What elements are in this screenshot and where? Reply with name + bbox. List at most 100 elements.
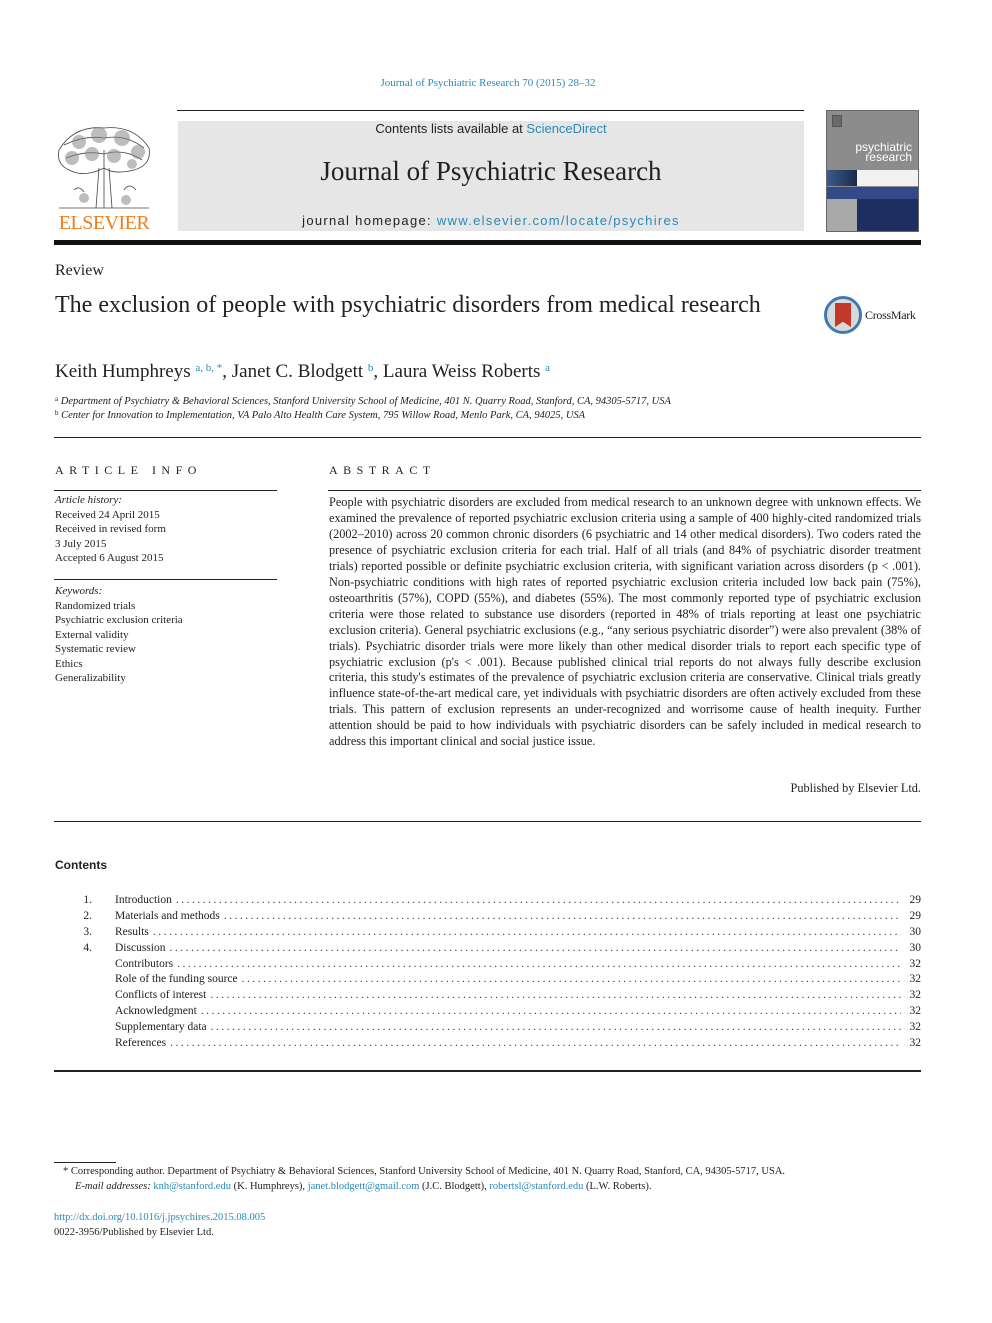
toc-entry-page[interactable]: 32 xyxy=(905,1004,922,1020)
issn-line: 0022-3956/Published by Elsevier Ltd. xyxy=(54,1227,214,1238)
keyword-item: Psychiatric exclusion criteria xyxy=(55,614,183,626)
author-name[interactable]: Keith Humphreys xyxy=(55,361,191,382)
crossmark-label: CrossMark xyxy=(865,308,916,322)
toc-leader-dots: ........................................… xyxy=(210,989,901,1002)
keyword-item: Randomized trials xyxy=(55,599,136,612)
toc-entry[interactable]: Acknowledgment..........................… xyxy=(55,1004,922,1021)
toc-entry-label[interactable]: Introduction xyxy=(115,893,172,909)
toc-entry[interactable]: 2. Materials and methods.................… xyxy=(55,908,922,925)
affiliation-mark: a xyxy=(55,395,59,403)
toc-entry-label[interactable]: Results xyxy=(115,924,149,941)
toc-entry[interactable]: Supplementary data......................… xyxy=(55,1020,922,1037)
article-history-label: Article history: xyxy=(55,494,122,506)
toc-entry-label[interactable]: Conflicts of interest xyxy=(115,988,207,1005)
email-owner: (L.W. Roberts). xyxy=(583,1181,652,1192)
author-name[interactable]: Laura Weiss Roberts xyxy=(383,361,540,382)
published-by: Published by Elsevier Ltd. xyxy=(790,781,921,795)
email-link[interactable]: knh@stanford.edu xyxy=(153,1181,231,1192)
keyword-item: External validity xyxy=(55,628,129,641)
toc-entry-label[interactable]: References xyxy=(115,1036,167,1052)
corresponding-author-note: * Corresponding author. Department of Ps… xyxy=(63,1166,786,1177)
toc-leader-dots: ........................................… xyxy=(169,941,901,954)
header-rule xyxy=(177,110,804,111)
toc-entry-number: 4. xyxy=(83,941,92,954)
keyword-item: Generalizability xyxy=(55,672,126,684)
contents-top-rule xyxy=(54,821,921,822)
toc-entry[interactable]: Role of the funding source..............… xyxy=(55,972,922,989)
toc-entry[interactable]: 1. Introduction..........................… xyxy=(55,893,921,909)
cover-band xyxy=(827,187,918,199)
toc-entry-label[interactable]: Materials and methods xyxy=(115,908,220,925)
sciencedirect-link[interactable]: ScienceDirect xyxy=(526,121,606,136)
toc-entry-label[interactable]: Supplementary data xyxy=(115,1020,207,1037)
toc-entry-number: 1. xyxy=(83,894,92,906)
article-history: Article history: Received 24 April 2015 … xyxy=(55,493,166,566)
toc-entry-page[interactable]: 29 xyxy=(905,893,922,909)
toc-entry[interactable]: Contributors............................… xyxy=(55,956,922,973)
email-link[interactable]: janet.blodgett@gmail.com xyxy=(308,1181,420,1192)
journal-name: Journal of Psychiatric Research xyxy=(320,156,662,186)
toc-entry-number xyxy=(55,1004,92,1020)
toc-entry-number xyxy=(55,988,92,1004)
author-list: Keith Humphreys a, b, *, Janet C. Blodge… xyxy=(55,361,550,383)
keywords-block: Keywords: Randomized trials Psychiatric … xyxy=(55,584,183,686)
journal-homepage-line: journal homepage: www.elsevier.com/locat… xyxy=(178,213,804,228)
keyword-item: Ethics xyxy=(55,657,83,670)
table-of-contents: 1. Introduction..........................… xyxy=(55,893,921,1052)
toc-entry-page[interactable]: 32 xyxy=(905,1036,922,1052)
toc-entry-label[interactable]: Role of the funding source xyxy=(115,972,238,989)
toc-entry-page[interactable]: 30 xyxy=(905,925,922,941)
toc-entry-page[interactable]: 29 xyxy=(905,909,922,925)
author-separator: , xyxy=(222,361,232,382)
journal-homepage-link[interactable]: www.elsevier.com/locate/psychires xyxy=(437,213,680,228)
keywords-rule xyxy=(54,579,277,580)
journal-cover-thumbnail[interactable]: psychiatric research xyxy=(826,110,919,232)
footnote-rule xyxy=(54,1162,116,1163)
author-name[interactable]: Janet C. Blodgett xyxy=(232,361,363,382)
article-title: The exclusion of people with psychiatric… xyxy=(55,292,761,318)
toc-entry-number xyxy=(55,1036,92,1052)
toc-entry[interactable]: 3. Results...............................… xyxy=(55,924,922,941)
toc-entry-number: 3. xyxy=(83,925,92,938)
elsevier-wordmark: ELSEVIER xyxy=(58,212,150,234)
toc-entry-page[interactable]: 30 xyxy=(905,941,922,957)
affiliation-b: b Center for Innovation to Implementatio… xyxy=(55,409,585,421)
toc-entry-page[interactable]: 32 xyxy=(905,1020,922,1036)
toc-leader-dots: ........................................… xyxy=(241,973,901,986)
article-type: Review xyxy=(55,262,104,279)
affiliation-a: a Department of Psychiatry & Behavioral … xyxy=(55,395,671,407)
email-owner: (K. Humphreys), xyxy=(230,1181,308,1192)
toc-entry-page[interactable]: 32 xyxy=(905,972,922,988)
toc-entry-page[interactable]: 32 xyxy=(905,957,922,973)
cover-title: psychiatric research xyxy=(827,141,918,163)
contents-bottom-rule xyxy=(54,1070,921,1072)
header-thick-rule xyxy=(54,240,921,245)
running-head-journal-citation[interactable]: Journal of Psychiatric Research 70 (2015… xyxy=(0,77,976,89)
affiliation-text: Center for Innovation to Implementation,… xyxy=(61,410,586,421)
toc-entry-number: 2. xyxy=(83,909,92,922)
toc-entry-page[interactable]: 32 xyxy=(905,988,922,1004)
toc-leader-dots: ........................................… xyxy=(152,925,901,938)
crossmark-button[interactable]: CrossMark xyxy=(824,296,924,336)
author-affiliation-marks[interactable]: a, b, * xyxy=(195,362,222,374)
toc-entry[interactable]: Conflicts of interest...................… xyxy=(55,988,922,1005)
toc-entry[interactable]: 4. Discussion............................… xyxy=(55,940,922,957)
contents-heading: Contents xyxy=(55,858,107,872)
keywords-label: Keywords: xyxy=(55,585,103,597)
history-item: Received in revised form xyxy=(55,523,166,535)
toc-leader-dots: ........................................… xyxy=(175,894,901,906)
author-separator: , xyxy=(373,361,383,382)
toc-entry[interactable]: References..............................… xyxy=(55,1036,921,1052)
toc-entry-label[interactable]: Discussion xyxy=(115,940,166,957)
author-affiliation-marks[interactable]: a xyxy=(545,362,550,374)
journal-banner: Contents lists available at ScienceDirec… xyxy=(178,121,804,231)
email-link[interactable]: robertsl@stanford.edu xyxy=(489,1181,583,1192)
toc-entry-label[interactable]: Acknowledgment xyxy=(115,1004,197,1021)
doi-link[interactable]: http://dx.doi.org/10.1016/j.jpsychires.2… xyxy=(54,1212,265,1223)
elsevier-logo[interactable]: ELSEVIER xyxy=(54,120,154,235)
email-owner: (J.C. Blodgett), xyxy=(419,1181,490,1192)
toc-entry-number xyxy=(55,957,92,973)
toc-leader-dots: ........................................… xyxy=(210,1021,901,1034)
contents-available-line: Contents lists available at ScienceDirec… xyxy=(178,121,804,136)
toc-entry-label[interactable]: Contributors xyxy=(115,956,174,973)
